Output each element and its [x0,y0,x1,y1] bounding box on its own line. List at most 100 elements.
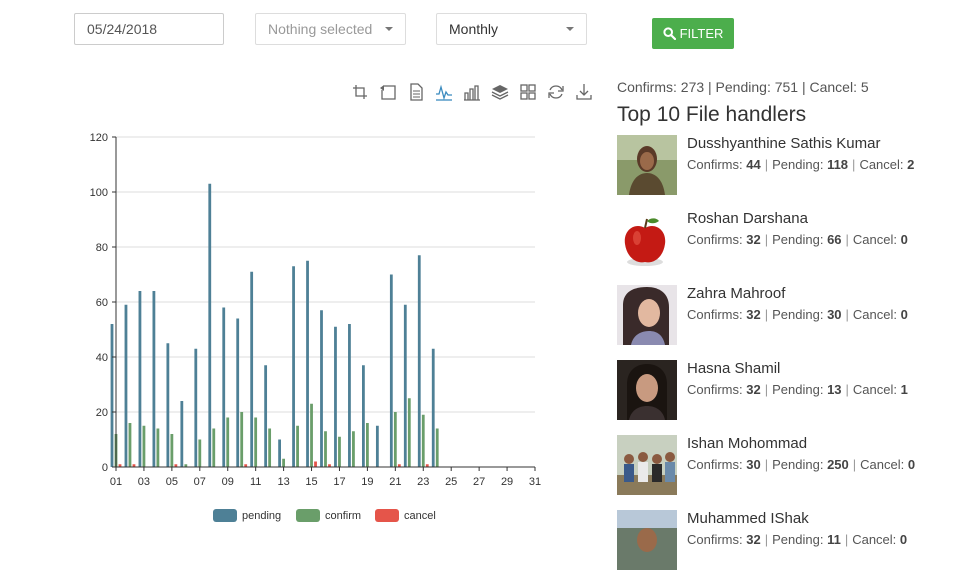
x-tick-label: 05 [166,476,178,488]
legend-swatch-cancel [375,509,399,522]
bar-chart: 0 20 40 60 80 100 120 01 03 05 07 09 11 13 15 17 19 21 23 2… [90,132,541,522]
restore-icon[interactable] [546,82,566,102]
handler-stats: Confirms: 30 | Pending: 250 | Cancel: 0 [687,457,916,472]
bar-pending [278,439,281,467]
handler-item[interactable]: Muhammed IShak Confirms: 32 | Pending: 11 |… [617,510,967,572]
bar-pending [194,348,198,467]
x-tick-label: 23 [417,476,429,488]
legend-swatch-confirm [296,509,320,522]
x-tick-label: 21 [389,476,401,488]
bar-confirm [338,436,341,467]
handlers-heading: Top 10 File handlers [617,103,807,126]
chevron-down-icon [566,27,574,31]
totals-summary: Confirms: 273 | Pending: 751 | Cancel: 5 [617,79,869,95]
handler-name: Roshan Darshana [687,210,808,227]
handler-item[interactable]: Zahra Mahroof Confirms: 32 | Pending: 30 | C… [617,285,967,347]
x-tick-label: 29 [501,476,513,488]
bar-pending [431,348,435,467]
handler-stats: Confirms: 32 | Pending: 66 | Cancel: 0 [687,232,908,247]
handler-item[interactable]: Dusshyanthine Sathis Kumar Confirms: 44 |… [617,135,967,197]
y-tick-label: 80 [96,242,108,254]
chevron-down-icon [385,27,393,31]
x-tick-label: 07 [194,476,206,488]
bar-confirm [435,428,439,467]
bar-pending [348,324,351,467]
bar-confirm [198,439,202,467]
y-tick-label: 120 [90,132,108,144]
legend-label-confirm: confirm [325,510,361,522]
y-tick-label: 40 [96,352,108,364]
avatar [617,435,677,495]
date-input[interactable] [74,13,224,45]
bar-confirm [156,428,160,467]
bar-pending [403,304,407,467]
avatar [617,210,677,270]
bar-confirm [352,431,355,467]
bar-confirm [170,434,174,467]
bar-pending [334,326,337,467]
x-tick-label: 01 [110,476,122,488]
bar-confirm [142,425,146,467]
bar-confirm [254,417,258,467]
y-tick-label: 100 [90,187,108,199]
x-tick-label: 15 [305,476,317,488]
bar-confirm [324,431,327,467]
handler-name: Muhammed IShak [687,510,809,527]
handler-stats: Confirms: 32 | Pending: 30 | Cancel: 0 [687,307,908,322]
handler-item[interactable]: Ishan Mohommad Confirms: 30 | Pending: 250… [617,435,967,497]
handler-stats: Confirms: 44 | Pending: 118 | Cancel: 2 [687,157,915,172]
bar-pending [222,307,226,467]
legend-swatch-pending [213,509,237,522]
handler-name: Zahra Mahroof [687,285,786,302]
handler-name: Dusshyanthine Sathis Kumar [687,135,881,152]
filter-button-label: FILTER [679,26,724,41]
x-tick-label: 11 [250,476,261,488]
bar-confirm [226,417,230,467]
bar-confirm [393,412,397,467]
period-select[interactable]: Monthly [436,13,587,45]
handler-item[interactable]: Roshan Darshana Confirms: 32 | Pending: 66… [617,210,967,272]
y-tick-label: 20 [96,407,108,419]
avatar [617,135,677,195]
bar-chart-icon[interactable] [462,82,482,102]
bar-pending [166,343,170,467]
x-tick-label: 03 [138,476,150,488]
line-chart-icon[interactable] [434,82,454,102]
legend-label-cancel: cancel [404,510,436,522]
bar-confirm [282,458,285,467]
bar-pending [306,260,309,467]
handler-stats: Confirms: 32 | Pending: 11 | Cancel: 0 [687,532,908,547]
x-tick-label: 09 [222,476,234,488]
bar-pending [138,291,142,467]
handler-name: Hasna Shamil [687,360,781,377]
data-view-icon[interactable] [406,82,426,102]
zoom-reset-icon[interactable] [378,82,398,102]
bar-pending [417,255,421,467]
bar-pending [389,274,393,467]
bar-confirm [240,412,244,467]
zoom-icon[interactable] [350,82,370,102]
handler-name: Ishan Mohommad [687,435,808,452]
y-tick-label: 0 [102,462,108,474]
download-icon[interactable] [574,82,594,102]
search-icon [662,27,676,40]
bar-pending [208,183,212,467]
x-tick-label: 25 [445,476,457,488]
bar-pending [320,310,323,467]
bar-pending [236,318,240,467]
tiled-icon[interactable] [518,82,538,102]
bar-confirm [128,423,132,467]
bar-pending [375,425,379,467]
x-tick-label: 27 [473,476,485,488]
bar-pending [152,291,156,467]
bar-confirm [310,403,313,467]
bar-cancel [314,461,317,467]
chart-toolbox [350,82,594,102]
filter-button[interactable]: FILTER [652,18,734,49]
stack-icon[interactable] [490,82,510,102]
legend-label-pending: pending [242,510,281,522]
status-select[interactable]: Nothing selected [255,13,406,45]
avatar [617,360,677,420]
x-tick-label: 31 [529,476,541,488]
handler-item[interactable]: Hasna Shamil Confirms: 32 | Pending: 13 | Ca… [617,360,967,422]
